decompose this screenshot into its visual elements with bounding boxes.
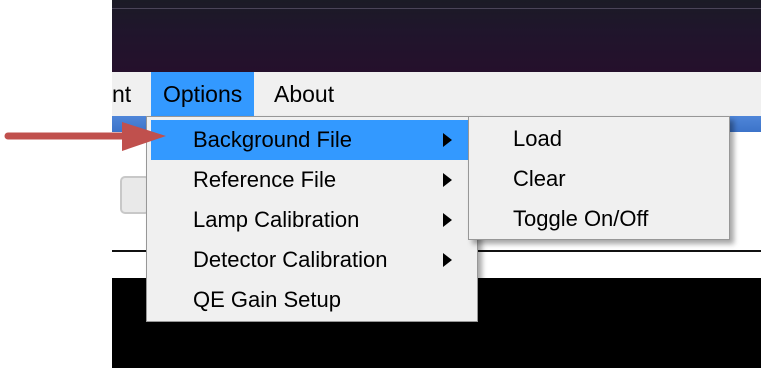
menu-item-background-file[interactable]: Background File: [151, 120, 473, 160]
options-dropdown-menu: Background File Reference File Lamp Cali…: [146, 116, 478, 322]
submenu-arrow-icon: [443, 213, 452, 227]
menu-item-label: Background File: [193, 127, 352, 152]
submenu-item-clear[interactable]: Clear: [513, 159, 566, 199]
submenu-arrow-icon: [443, 173, 452, 187]
red-pointer-arrow-icon: [4, 122, 166, 151]
menu-item-label: Detector Calibration: [193, 247, 388, 272]
background-file-submenu: Load Clear Toggle On/Off: [468, 116, 730, 240]
submenu-item-load[interactable]: Load: [513, 119, 562, 159]
window-titlebar: [112, 0, 761, 72]
submenu-item-toggle[interactable]: Toggle On/Off: [513, 199, 648, 239]
menu-about[interactable]: About: [264, 72, 344, 116]
menu-item-reference-file[interactable]: Reference File: [151, 160, 473, 200]
submenu-arrow-icon: [443, 133, 452, 147]
submenu-arrow-icon: [443, 253, 452, 267]
menu-bar: nt Options About: [112, 72, 761, 117]
menu-options[interactable]: Options: [151, 72, 255, 116]
menu-item-partial[interactable]: nt: [102, 72, 141, 116]
menu-item-qe-gain-setup[interactable]: QE Gain Setup: [151, 280, 473, 320]
menu-item-label: Reference File: [193, 167, 337, 192]
menu-item-label: QE Gain Setup: [193, 287, 341, 312]
menu-item-lamp-calibration[interactable]: Lamp Calibration: [151, 200, 473, 240]
menu-item-label: Lamp Calibration: [193, 207, 360, 232]
menu-item-detector-calibration[interactable]: Detector Calibration: [151, 240, 473, 280]
